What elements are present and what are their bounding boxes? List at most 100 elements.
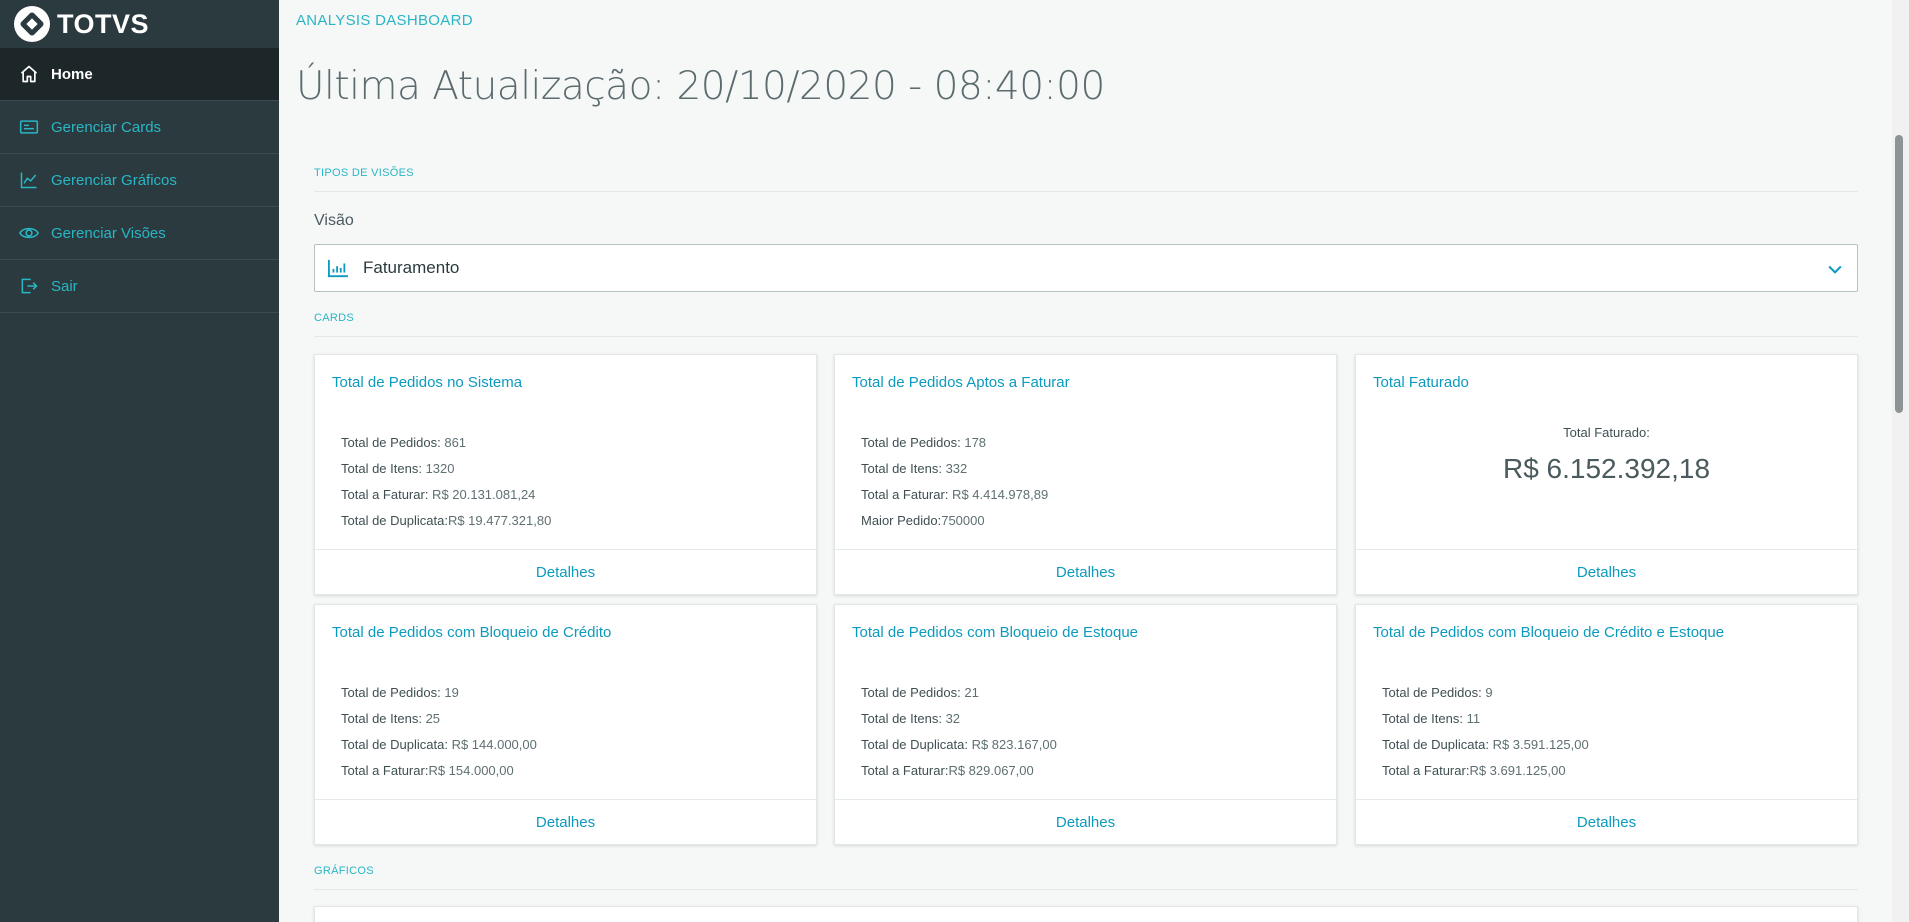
detalhes-button[interactable]: Detalhes	[1056, 564, 1115, 581]
card-line: Total de Itens: 32	[861, 706, 1057, 732]
section-label-graficos: GRÁFICOS	[314, 865, 374, 877]
line-value: R$ 20.131.081,24	[428, 487, 536, 502]
line-key: Total de Pedidos:	[341, 685, 441, 700]
visao-select[interactable]: Faturamento	[314, 244, 1858, 292]
card-body: Total de Pedidos: 9 Total de Itens: 11 T…	[1382, 680, 1589, 784]
line-value: 25	[421, 711, 441, 726]
sidebar-item-label: Sair	[51, 277, 78, 295]
section-label-cards: CARDS	[314, 312, 355, 324]
line-value: R$ 829.067,00	[948, 763, 1034, 778]
card-line: Total a Faturar: R$ 20.131.081,24	[341, 482, 551, 508]
line-key: Total de Pedidos:	[861, 685, 961, 700]
card-footer: Detalhes	[1356, 799, 1857, 844]
line-key: Total de Itens:	[341, 711, 422, 726]
card-line: Total de Duplicata: R$ 3.591.125,00	[1382, 732, 1589, 758]
card-title: Total de Pedidos com Bloqueio de Estoque	[852, 624, 1139, 641]
detalhes-button[interactable]: Detalhes	[536, 564, 595, 581]
line-key: Total de Duplicata:	[341, 513, 448, 528]
detalhes-button[interactable]: Detalhes	[536, 814, 595, 831]
card-total-faturado: Total Faturado Total Faturado: R$ 6.152.…	[1355, 354, 1858, 595]
card-footer: Detalhes	[835, 799, 1336, 844]
line-value: R$ 3.691.125,00	[1469, 763, 1566, 778]
sidebar-item-label: Gerenciar Cards	[51, 118, 162, 136]
card-line: Total de Itens: 332	[861, 456, 1048, 482]
line-key: Total de Duplicata:	[861, 737, 968, 752]
card-title: Total de Pedidos com Bloqueio de Crédito	[332, 624, 612, 641]
line-value: R$ 823.167,00	[967, 737, 1057, 752]
sidebar-item-home[interactable]: Home	[0, 48, 279, 101]
card-icon	[18, 117, 40, 137]
chart-card	[314, 906, 1858, 922]
card-line: Total de Pedidos: 178	[861, 430, 1048, 456]
card-line: Total de Pedidos: 861	[341, 430, 551, 456]
sidebar-item-gerenciar-cards[interactable]: Gerenciar Cards	[0, 101, 279, 154]
line-key: Total de Itens:	[861, 711, 942, 726]
card-body: Total de Pedidos: 21 Total de Itens: 32 …	[861, 680, 1057, 784]
section-divider	[314, 191, 1858, 192]
line-key: Total de Itens:	[341, 461, 422, 476]
main-content: ANALYSIS DASHBOARD Última Atualização: 2…	[279, 0, 1892, 922]
card-body: Total de Pedidos: 19 Total de Itens: 25 …	[341, 680, 537, 784]
line-value: 19	[440, 685, 459, 700]
card-line: Total de Pedidos: 9	[1382, 680, 1589, 706]
line-value: R$ 3.591.125,00	[1488, 737, 1589, 752]
card-footer: Detalhes	[1356, 549, 1857, 594]
page-title: Última Atualização: 20/10/2020 - 08:40:0…	[296, 64, 1105, 109]
card-line: Total de Pedidos: 21	[861, 680, 1057, 706]
line-key: Total a Faturar:	[341, 487, 429, 502]
sidebar-item-gerenciar-graficos[interactable]: Gerenciar Gráficos	[0, 154, 279, 207]
scrollbar-thumb[interactable]	[1895, 135, 1903, 413]
card-bloqueio-credito: Total de Pedidos com Bloqueio de Crédito…	[314, 604, 817, 845]
card-body: Total de Pedidos: 178 Total de Itens: 33…	[861, 430, 1048, 534]
brand-name: TOTVS	[57, 8, 150, 39]
card-line: Total a Faturar:R$ 154.000,00	[341, 758, 537, 784]
eye-icon	[18, 223, 40, 243]
brand-logo[interactable]: TOTVS	[0, 0, 279, 48]
detalhes-button[interactable]: Detalhes	[1577, 564, 1636, 581]
card-line: Total a Faturar:R$ 3.691.125,00	[1382, 758, 1589, 784]
visao-selected-value: Faturamento	[363, 258, 460, 277]
line-key: Total a Faturar:	[1382, 763, 1470, 778]
card-total-pedidos-sistema: Total de Pedidos no Sistema Total de Ped…	[314, 354, 817, 595]
card-line: Total de Itens: 11	[1382, 706, 1589, 732]
line-value: R$ 4.414.978,89	[948, 487, 1049, 502]
card-line: Total de Duplicata: R$ 144.000,00	[341, 732, 537, 758]
home-icon	[18, 64, 40, 84]
line-value: 178	[960, 435, 987, 450]
detalhes-button[interactable]: Detalhes	[1577, 814, 1636, 831]
total-faturado-label: Total Faturado:	[1563, 425, 1650, 440]
card-line: Total a Faturar:R$ 829.067,00	[861, 758, 1057, 784]
exit-icon	[18, 276, 40, 296]
card-title: Total de Pedidos no Sistema	[332, 374, 523, 391]
sidebar-item-label: Gerenciar Gráficos	[51, 171, 177, 189]
detalhes-button[interactable]: Detalhes	[1056, 814, 1115, 831]
line-value: 11	[1462, 711, 1481, 726]
section-label-tipos-visoes: TIPOS DE VISÕES	[314, 167, 414, 179]
section-divider	[314, 336, 1858, 337]
chevron-down-icon[interactable]	[1825, 259, 1845, 279]
totvs-logo-icon	[14, 6, 50, 42]
line-key: Total de Duplicata:	[341, 737, 448, 752]
line-key: Maior Pedido:	[861, 513, 942, 528]
card-footer: Detalhes	[315, 799, 816, 844]
chart-line-icon	[18, 170, 40, 190]
sidebar: TOTVS Home Gerenciar Cards Gerenciar Grá…	[0, 0, 279, 922]
line-key: Total a Faturar:	[861, 487, 949, 502]
sidebar-item-gerenciar-visoes[interactable]: Gerenciar Visões	[0, 207, 279, 260]
bar-chart-icon	[328, 259, 348, 278]
line-key: Total a Faturar:	[861, 763, 949, 778]
card-line: Total a Faturar: R$ 4.414.978,89	[861, 482, 1048, 508]
line-value: R$ 19.477.321,80	[447, 513, 552, 528]
sidebar-item-sair[interactable]: Sair	[0, 260, 279, 313]
sidebar-item-label: Gerenciar Visões	[51, 224, 166, 242]
visao-label: Visão	[314, 212, 354, 229]
card-total-pedidos-aptos: Total de Pedidos Aptos a Faturar Total d…	[834, 354, 1337, 595]
breadcrumb[interactable]: ANALYSIS DASHBOARD	[296, 12, 473, 29]
line-key: Total de Itens:	[861, 461, 942, 476]
card-line: Maior Pedido:750000	[861, 508, 1048, 534]
line-key: Total de Pedidos:	[861, 435, 961, 450]
card-title: Total de Pedidos Aptos a Faturar	[852, 374, 1070, 391]
card-line: Total de Itens: 1320	[341, 456, 551, 482]
sidebar-item-label: Home	[51, 65, 93, 83]
line-value: 750000	[941, 513, 985, 528]
